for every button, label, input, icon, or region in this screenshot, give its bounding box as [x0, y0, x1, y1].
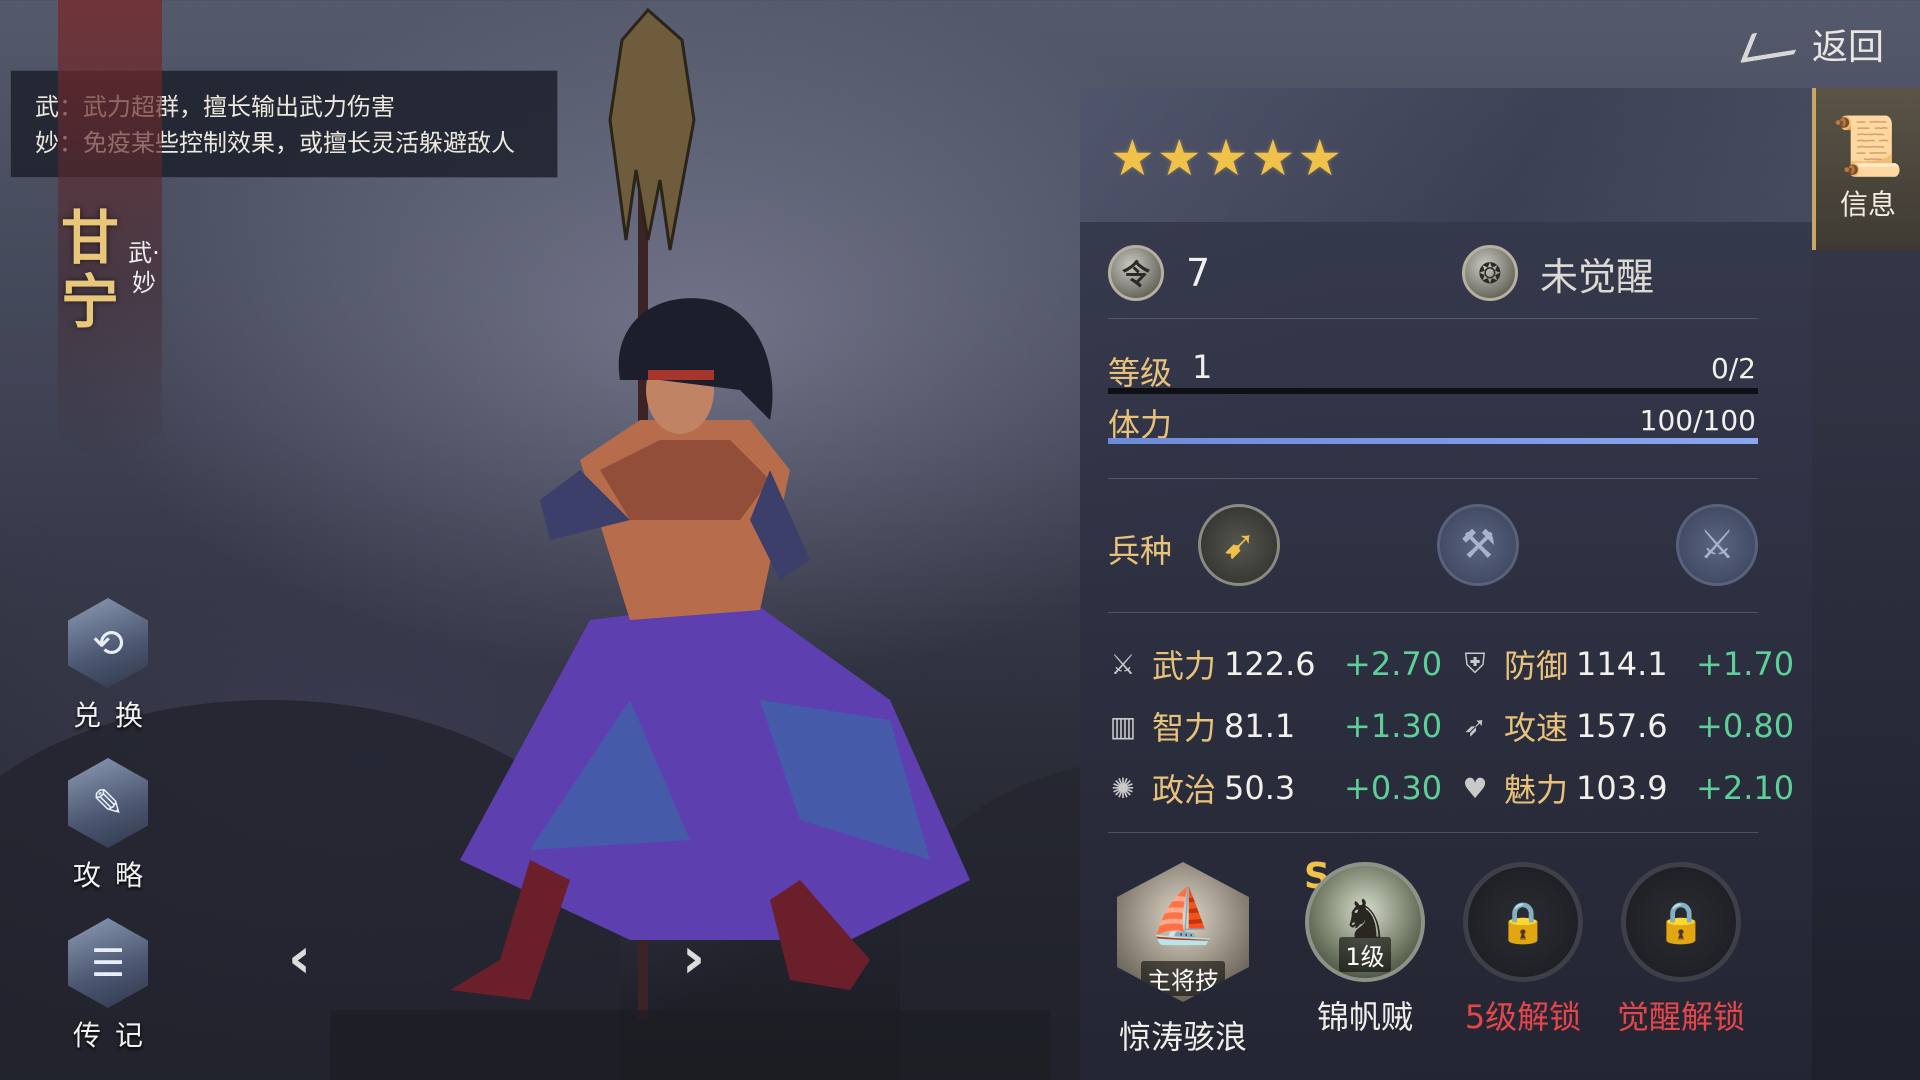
warrior-icon: ♞ 1级: [1305, 862, 1425, 982]
biography-button[interactable]: ☰ 传记: [58, 918, 158, 1054]
command-token-icon: 令: [1108, 245, 1164, 301]
awaken-swirl-icon: ❂: [1462, 245, 1518, 301]
stat-politics: ✺ 政治 50.3 +0.30: [1106, 766, 1442, 810]
guide-scroll-icon: ✎: [68, 758, 148, 848]
heart-icon: ♥: [1462, 771, 1488, 805]
skill-main[interactable]: ⛵ 主将技 惊涛骇浪: [1108, 862, 1258, 1058]
skill-locked-level[interactable]: 🔒 5级解锁: [1448, 862, 1598, 1038]
scroll-icon: ▥: [1109, 709, 1137, 743]
hero-type: 武·妙: [128, 239, 160, 297]
ship-icon: ⛵ 主将技: [1117, 862, 1249, 1002]
shield-icon: ⛨: [1464, 647, 1486, 680]
lock-icon: 🔒: [1621, 862, 1741, 982]
skill-name: 锦帆贼: [1316, 998, 1413, 1036]
spear-icon: ➹: [1222, 522, 1256, 568]
star-icon: ★: [1297, 129, 1343, 187]
guide-button[interactable]: ✎ 攻略: [58, 758, 158, 894]
stat-force: ⚔ 武力 122.6 +2.70: [1106, 642, 1442, 686]
boot-icon: ➶: [1463, 709, 1487, 743]
sword-icon: ⚔: [1110, 647, 1136, 681]
blade-icon: ⚔: [1699, 522, 1735, 568]
awaken-badge[interactable]: ❂ 未觉醒: [1462, 242, 1654, 304]
star-rating: ★ ★ ★ ★ ★: [1110, 130, 1342, 186]
chevron-left-icon[interactable]: ‹: [288, 926, 311, 991]
skill-unlock-hint: 觉醒解锁: [1616, 998, 1745, 1036]
scroll-icon: 📜: [1831, 112, 1905, 180]
divider: [1108, 478, 1758, 479]
divider: [1108, 612, 1758, 613]
skill-name: 惊涛骇浪: [1118, 1018, 1247, 1056]
hero-name: 甘宁: [60, 204, 119, 336]
lock-icon: 🔒: [1463, 862, 1583, 982]
biography-book-icon: ☰: [68, 918, 148, 1008]
stat-intelligence: ▥ 智力 81.1 +1.30: [1106, 704, 1442, 748]
stamina-bar: [1108, 438, 1758, 444]
skill-tag: 主将技: [1141, 961, 1225, 996]
stat-defense: ⛨ 防御 114.1 +1.70: [1458, 642, 1794, 686]
divider: [1108, 832, 1758, 833]
star-icon: ★: [1250, 129, 1296, 187]
tab-info-label: 信息: [1839, 188, 1896, 221]
exchange-icon: ⟲: [68, 598, 148, 688]
stamina-value: 100/100: [1639, 404, 1756, 437]
level-value: 1: [1192, 348, 1213, 386]
guide-label: 攻略: [72, 859, 157, 892]
level-exp: 0/2: [1710, 352, 1756, 385]
troop-blade[interactable]: ⚔: [1676, 504, 1758, 586]
back-label: 返回: [1811, 27, 1884, 68]
stamina-fill: [1108, 438, 1758, 444]
troop-spear[interactable]: ➹: [1198, 504, 1280, 586]
chevron-right-icon[interactable]: ›: [682, 926, 705, 991]
skill-locked-awaken[interactable]: 🔒 觉醒解锁: [1606, 862, 1756, 1038]
level-exp-bar: [1108, 388, 1758, 394]
command-badge: 令 7: [1108, 242, 1210, 304]
command-value: 7: [1186, 251, 1211, 295]
awaken-status: 未觉醒: [1540, 254, 1655, 299]
hero-portrait: [330, 7, 1050, 1080]
stat-charisma: ♥ 魅力 103.9 +2.10: [1458, 766, 1794, 810]
troop-type-label: 兵种: [1108, 532, 1173, 570]
exchange-button[interactable]: ⟲ 兑换: [58, 598, 158, 734]
back-arrow-icon: [1739, 24, 1807, 64]
emblem-icon: ✺: [1111, 771, 1135, 805]
tab-info[interactable]: 📜 信息: [1812, 88, 1920, 250]
axe-icon: ⚒: [1460, 522, 1496, 568]
star-icon: ★: [1110, 129, 1155, 187]
exchange-label: 兑换: [72, 699, 157, 732]
star-icon: ★: [1203, 129, 1249, 187]
troop-axe[interactable]: ⚒: [1437, 504, 1519, 586]
biography-label: 传记: [72, 1019, 157, 1052]
back-button[interactable]: 返回: [1739, 16, 1884, 72]
stat-attack-speed: ➶ 攻速 157.6 +0.80: [1458, 704, 1794, 748]
star-icon: ★: [1156, 129, 1202, 187]
divider: [1108, 318, 1758, 319]
skill-unlock-hint: 5级解锁: [1464, 998, 1582, 1036]
skill-secondary[interactable]: ♞ 1级 锦帆贼: [1290, 862, 1440, 1038]
side-tab-strip: [1812, 250, 1920, 1080]
